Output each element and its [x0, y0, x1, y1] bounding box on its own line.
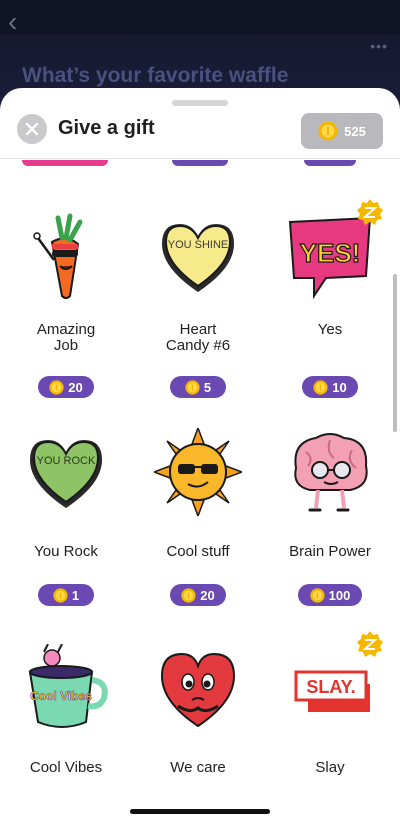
gift-item-amazing-job[interactable]: Amazing Job 20 [0, 212, 132, 412]
gift-name: You Rock [34, 543, 98, 560]
gift-price: 20 [68, 379, 83, 395]
gift-price: 100 [328, 587, 351, 603]
back-icon: ‹ [8, 6, 18, 37]
gift-price: 5 [203, 379, 212, 395]
gift-item-cool-vibes[interactable]: Cool Vibes Cool Vibes [0, 644, 132, 776]
gift-price-pill[interactable]: 20 [38, 376, 94, 398]
gift-item-slay[interactable]: SLAY. Slay [264, 631, 396, 776]
background-question: What’s your favorite waffle [22, 64, 289, 87]
heart-candy-icon: YOU SHINE [162, 224, 234, 292]
coin-icon [53, 587, 68, 603]
candy-text: YOU ROCK [37, 455, 96, 467]
yes-text: YES! [300, 238, 361, 268]
coin-icon [313, 379, 328, 395]
sheet-header: Give a gift 525 [0, 110, 400, 158]
gift-name: Heart Candy #6 [165, 321, 231, 354]
candy-text: YOU SHINE [168, 239, 229, 251]
close-button[interactable] [17, 114, 47, 144]
home-indicator[interactable] [130, 809, 270, 814]
gift-price-pill[interactable]: 100 [298, 584, 362, 606]
gift-price: 1 [71, 587, 80, 603]
gift-item-cool-stuff[interactable]: Cool stuff 20 [132, 428, 264, 628]
previous-row-pill [172, 160, 228, 166]
gift-price-pill[interactable]: 1 [38, 584, 94, 606]
mug-text: Cool Vibes [30, 689, 92, 703]
gift-item-brain-power[interactable]: Brain Power 100 [264, 428, 396, 628]
gift-name: Amazing Job [36, 321, 96, 354]
gift-item-yes[interactable]: YES! Yes 10 [264, 199, 396, 412]
carrot-icon [33, 213, 83, 299]
sun-sunglasses-icon [154, 428, 242, 516]
gift-name: Cool Vibes [29, 759, 103, 776]
gift-item-we-care[interactable]: We care [132, 644, 264, 776]
gift-price-pill[interactable]: 20 [170, 584, 226, 606]
more-options-icon: ••• [370, 38, 388, 54]
sheet-grabber[interactable] [172, 100, 228, 106]
gift-name: We care [170, 759, 226, 776]
sheet-title: Give a gift [58, 117, 155, 139]
gift-name: Brain Power [289, 543, 371, 560]
background-top-bar: ‹ [0, 0, 400, 37]
gift-sheet: Give a gift 525 Amazing Job 20 YOU SHINE… [0, 88, 400, 824]
coin-balance-value: 525 [344, 123, 366, 139]
coin-icon [310, 587, 325, 603]
coin-icon [185, 379, 200, 395]
gift-price-pill[interactable]: 10 [302, 376, 358, 398]
gift-name: Yes [317, 321, 343, 338]
gift-price-pill[interactable]: 5 [170, 376, 226, 398]
gift-item-you-rock[interactable]: YOU ROCK You Rock 1 [0, 428, 132, 628]
gift-item-heart-candy-6[interactable]: YOU SHINE Heart Candy #6 5 [132, 212, 264, 412]
slay-text: SLAY. [306, 677, 355, 697]
header-divider [0, 158, 400, 159]
close-icon [25, 122, 39, 136]
heart-candy-icon: YOU ROCK [30, 440, 102, 508]
brain-icon [294, 433, 368, 512]
gift-price: 20 [200, 587, 215, 603]
special-badge-icon [357, 631, 383, 657]
mug-icon: Cool Vibes [28, 644, 108, 728]
scrollbar[interactable] [393, 274, 397, 432]
previous-row-pill [22, 160, 108, 166]
previous-row-pill [304, 160, 356, 166]
gift-name: Slay [315, 759, 345, 776]
coin-icon [49, 379, 64, 395]
gift-price: 10 [332, 379, 347, 395]
special-badge-icon [357, 199, 383, 225]
coin-icon [318, 121, 338, 141]
coin-icon [181, 587, 196, 603]
gift-name: Cool stuff [166, 543, 230, 560]
heart-hug-icon [160, 652, 236, 728]
coin-balance-button[interactable]: 525 [301, 113, 383, 149]
